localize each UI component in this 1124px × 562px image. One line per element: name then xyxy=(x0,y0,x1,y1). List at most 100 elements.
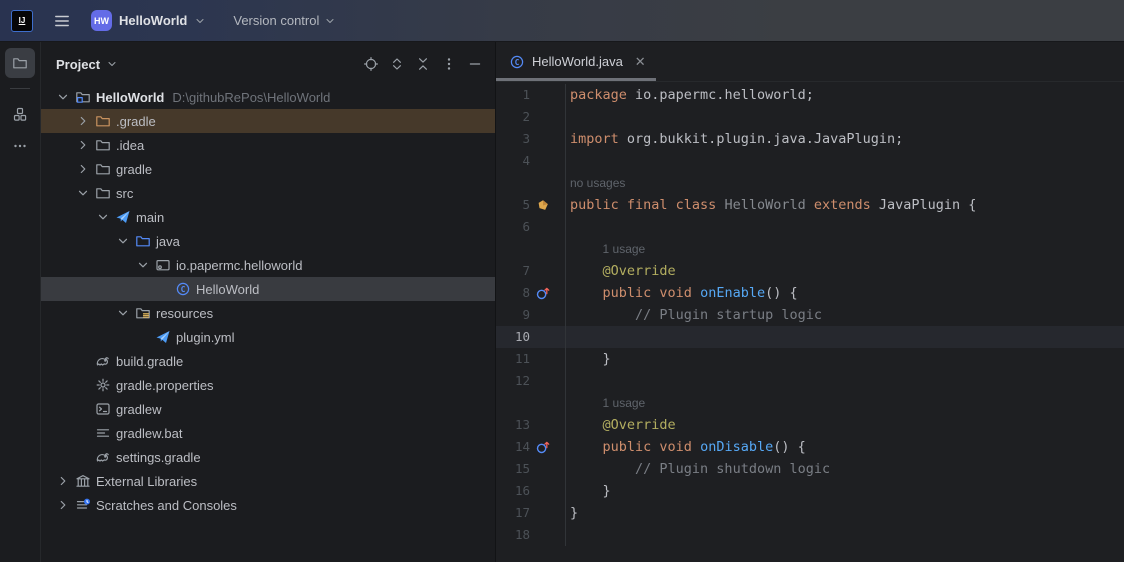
code-line-6[interactable]: 6 xyxy=(496,216,1124,238)
code-line-3[interactable]: 3import org.bukkit.plugin.java.JavaPlugi… xyxy=(496,128,1124,150)
chevron-right-icon[interactable] xyxy=(53,497,73,513)
minecraft-plugin-gutter-icon[interactable] xyxy=(532,194,554,216)
chevron-down-icon[interactable] xyxy=(93,209,113,225)
tree-item-resources[interactable]: resources xyxy=(41,301,495,325)
options-button[interactable] xyxy=(441,56,457,72)
code-line-18[interactable]: 18 xyxy=(496,524,1124,546)
tree-item-external-libraries[interactable]: External Libraries xyxy=(41,469,495,493)
code-line-12[interactable]: 12 xyxy=(496,370,1124,392)
chevron-right-icon[interactable] xyxy=(73,113,93,129)
overrides-method-gutter-icon[interactable] xyxy=(532,436,554,458)
line-number[interactable]: 1 xyxy=(496,84,530,106)
inlay-hint-row[interactable]: 1 usage xyxy=(496,238,1124,260)
line-number[interactable]: 13 xyxy=(496,414,530,436)
chevron-right-icon[interactable] xyxy=(73,137,93,153)
folder-icon xyxy=(93,137,113,153)
code-line-9[interactable]: 9 // Plugin startup logic xyxy=(496,304,1124,326)
code-line-10[interactable]: 10 xyxy=(496,326,1124,348)
tool-window-button-structure[interactable] xyxy=(5,99,35,129)
tool-window-button-more-tool-windows[interactable] xyxy=(5,131,35,161)
tree-item-gradlew[interactable]: gradlew xyxy=(41,397,495,421)
line-number[interactable]: 11 xyxy=(496,348,530,370)
chevron-down-icon[interactable] xyxy=(133,257,153,273)
code-line-1[interactable]: 1package io.papermc.helloworld; xyxy=(496,84,1124,106)
tree-item-gradle[interactable]: .gradle xyxy=(41,109,495,133)
line-number[interactable]: 10 xyxy=(496,326,530,348)
tree-item-helloworld[interactable]: HelloWorldD:\githubRePos\HelloWorld xyxy=(41,85,495,109)
chevron-placeholder xyxy=(73,353,93,369)
tree-item-label: External Libraries xyxy=(96,474,197,489)
line-number[interactable]: 2 xyxy=(496,106,530,128)
tree-item-main[interactable]: main xyxy=(41,205,495,229)
main-menu-icon[interactable] xyxy=(50,9,74,33)
tree-item-label: build.gradle xyxy=(116,354,183,369)
chevron-down-icon[interactable] xyxy=(53,89,73,105)
chevron-right-icon[interactable] xyxy=(53,473,73,489)
code-editor[interactable]: 1package io.papermc.helloworld;23import … xyxy=(496,82,1124,562)
overrides-method-gutter-icon[interactable] xyxy=(532,282,554,304)
inlay-hint-row[interactable]: no usages xyxy=(496,172,1124,194)
tree-item-plugin-yml[interactable]: plugin.yml xyxy=(41,325,495,349)
code-line-7[interactable]: 7 @Override xyxy=(496,260,1124,282)
version-control-widget[interactable]: Version control xyxy=(233,13,336,28)
tool-window-stripe xyxy=(0,42,41,562)
chevron-down-icon[interactable] xyxy=(73,185,93,201)
expand-all-button[interactable] xyxy=(389,56,405,72)
code-line-17[interactable]: 17} xyxy=(496,502,1124,524)
tree-item-gradle[interactable]: gradle xyxy=(41,157,495,181)
tree-item-settings-gradle[interactable]: settings.gradle xyxy=(41,445,495,469)
line-number[interactable]: 9 xyxy=(496,304,530,326)
tree-item-build-gradle[interactable]: build.gradle xyxy=(41,349,495,373)
inlay-hint-row[interactable]: 1 usage xyxy=(496,392,1124,414)
tree-item-idea[interactable]: .idea xyxy=(41,133,495,157)
tree-item-gradlew-bat[interactable]: gradlew.bat xyxy=(41,421,495,445)
tree-item-gradle-properties[interactable]: gradle.properties xyxy=(41,373,495,397)
code-line-15[interactable]: 15 // Plugin shutdown logic xyxy=(496,458,1124,480)
collapse-all-button[interactable] xyxy=(415,56,431,72)
tree-item-label: Scratches and Consoles xyxy=(96,498,237,513)
close-icon[interactable]: ✕ xyxy=(635,55,646,68)
tab-helloworld-java[interactable]: C HelloWorld.java ✕ xyxy=(496,42,656,81)
tab-label: HelloWorld.java xyxy=(532,54,623,69)
line-number[interactable]: 7 xyxy=(496,260,530,282)
code-line-14[interactable]: 14 public void onDisable() { xyxy=(496,436,1124,458)
line-number[interactable]: 15 xyxy=(496,458,530,480)
locate-button[interactable] xyxy=(363,56,379,72)
line-number[interactable]: 16 xyxy=(496,480,530,502)
structure-icon xyxy=(12,106,28,122)
line-number[interactable]: 17 xyxy=(496,502,530,524)
line-number[interactable]: 4 xyxy=(496,150,530,172)
folder-icon xyxy=(12,55,28,71)
editor-tab-bar: C HelloWorld.java ✕ xyxy=(496,42,1124,82)
code-text xyxy=(565,370,1124,392)
code-line-8[interactable]: 8 public void onEnable() { xyxy=(496,282,1124,304)
code-line-5[interactable]: 5public final class HelloWorld extends J… xyxy=(496,194,1124,216)
code-line-16[interactable]: 16 } xyxy=(496,480,1124,502)
chevron-right-icon[interactable] xyxy=(73,161,93,177)
line-number[interactable]: 5 xyxy=(496,194,530,216)
code-line-13[interactable]: 13 @Override xyxy=(496,414,1124,436)
line-number[interactable]: 12 xyxy=(496,370,530,392)
gutter-gap xyxy=(554,348,565,370)
line-number[interactable]: 6 xyxy=(496,216,530,238)
line-number[interactable]: 18 xyxy=(496,524,530,546)
code-line-11[interactable]: 11 } xyxy=(496,348,1124,370)
more-horizontal-icon xyxy=(12,138,28,154)
tree-item-src[interactable]: src xyxy=(41,181,495,205)
project-panel-toolbar xyxy=(363,56,483,72)
line-number[interactable]: 3 xyxy=(496,128,530,150)
tree-item-scratches-and-consoles[interactable]: Scratches and Consoles xyxy=(41,493,495,517)
tree-item-io-papermc-helloworld[interactable]: io.papermc.helloworld xyxy=(41,253,495,277)
chevron-down-icon[interactable] xyxy=(113,233,133,249)
tool-window-button-project[interactable] xyxy=(5,48,35,78)
code-line-2[interactable]: 2 xyxy=(496,106,1124,128)
tree-item-helloworld[interactable]: CHelloWorld xyxy=(41,277,495,301)
project-view-selector[interactable]: Project xyxy=(56,57,118,72)
line-number[interactable]: 8 xyxy=(496,282,530,304)
tree-item-java[interactable]: java xyxy=(41,229,495,253)
code-line-4[interactable]: 4 xyxy=(496,150,1124,172)
project-widget[interactable]: HW HelloWorld xyxy=(91,10,206,31)
chevron-down-icon[interactable] xyxy=(113,305,133,321)
hide-button[interactable] xyxy=(467,56,483,72)
line-number[interactable]: 14 xyxy=(496,436,530,458)
